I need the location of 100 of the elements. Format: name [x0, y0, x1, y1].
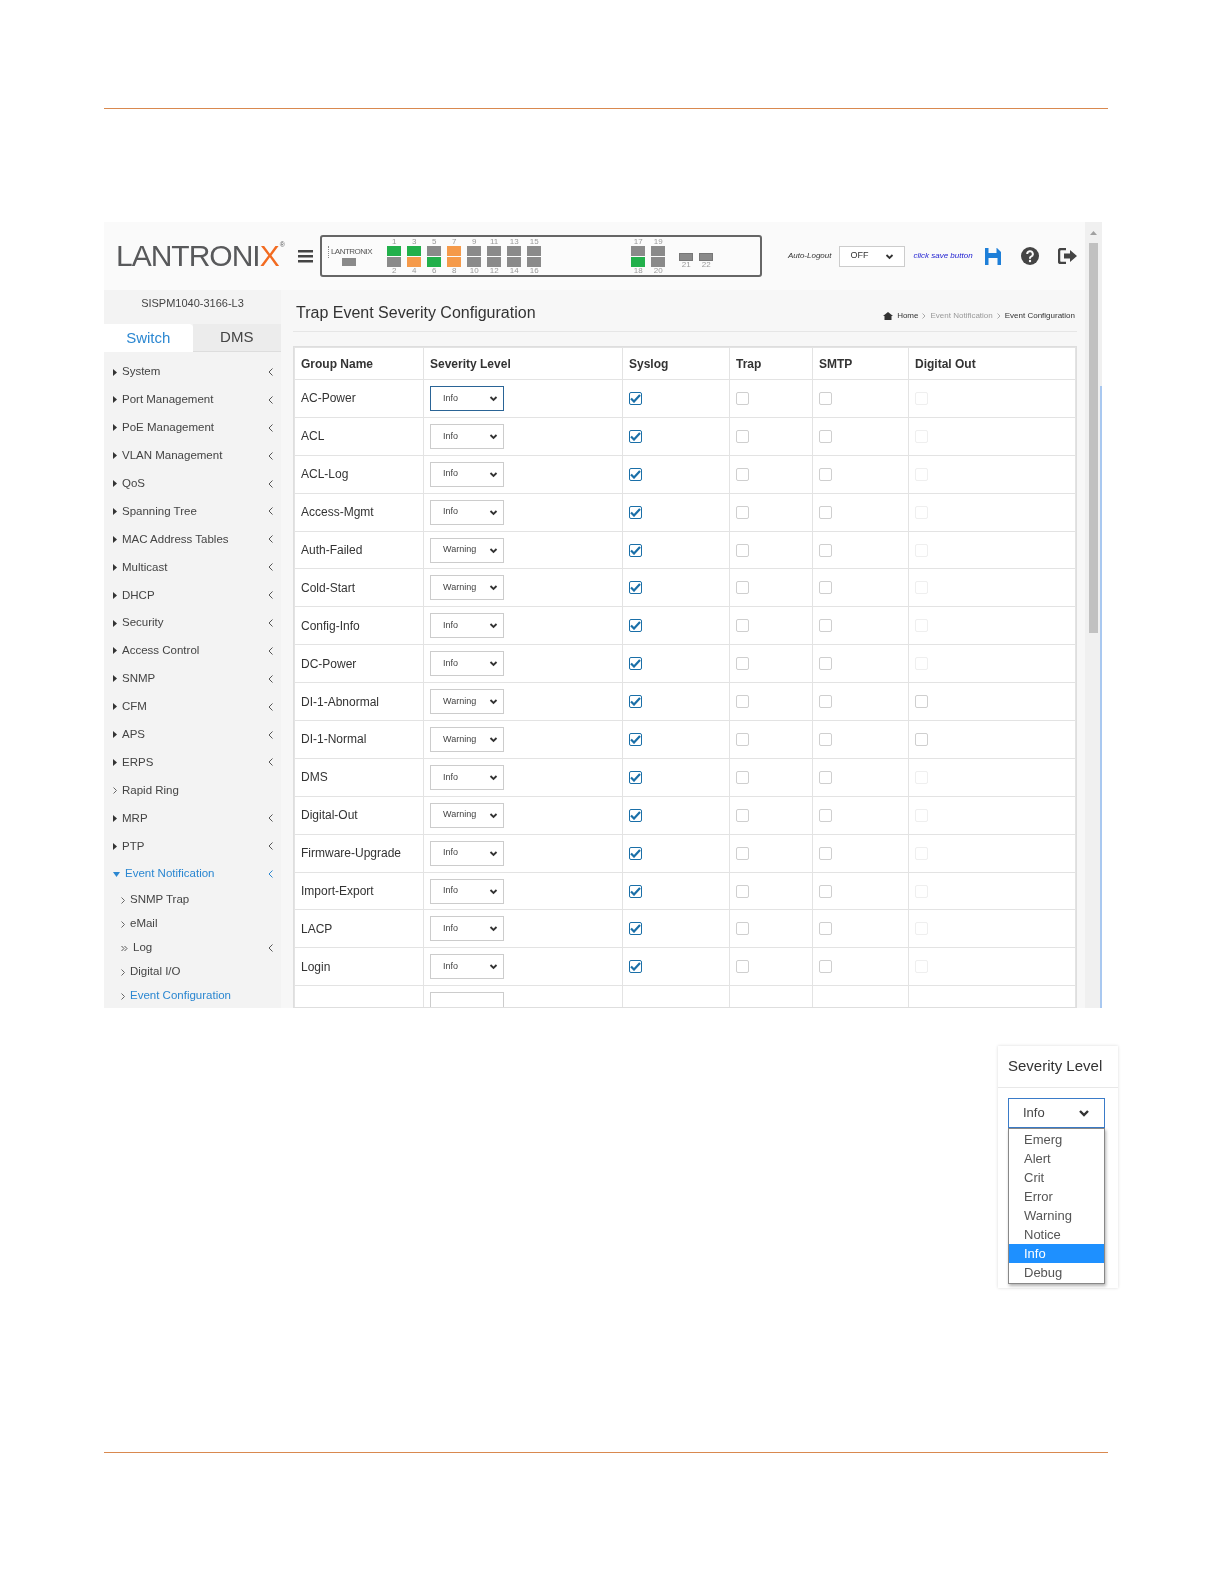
severity-select[interactable]: Info — [430, 954, 504, 980]
checkbox[interactable] — [629, 429, 642, 443]
checkbox[interactable] — [629, 391, 642, 405]
table-cell: ACL — [301, 429, 325, 444]
table-cell: Auth-Failed — [301, 543, 363, 557]
severity-select[interactable]: Warning — [430, 689, 504, 715]
dropdown-option[interactable]: Emerg — [1009, 1130, 1104, 1149]
chevron-icon — [922, 313, 927, 319]
menu-item[interactable]: SNMP — [122, 670, 156, 688]
checkbox[interactable] — [629, 657, 642, 671]
port-number: 2 — [391, 266, 397, 275]
checkbox[interactable] — [629, 695, 642, 709]
menu-item[interactable]: DHCP — [122, 586, 155, 604]
severity-select[interactable]: Info — [430, 916, 504, 942]
menu-item[interactable]: Port Management — [122, 391, 214, 409]
severity-select[interactable]: Info — [430, 461, 504, 487]
menu-item[interactable]: PTP — [122, 837, 145, 855]
severity-select[interactable]: Warning — [430, 726, 504, 752]
chevron-down-icon — [489, 583, 498, 593]
chevron-left-icon — [268, 758, 273, 767]
menu-item[interactable]: QoS — [122, 474, 145, 493]
severity-select[interactable]: Info — [430, 385, 504, 411]
severity-select[interactable]: Info — [430, 878, 504, 904]
menu-item[interactable]: CFM — [122, 698, 147, 716]
dropdown-option[interactable]: Debug — [1009, 1263, 1104, 1282]
menu-item[interactable]: MRP — [122, 809, 148, 827]
tab[interactable]: DMS — [192, 323, 281, 353]
submenu-item[interactable]: Log — [133, 939, 153, 957]
menu-item[interactable]: MAC Address Tables — [122, 530, 229, 548]
checkbox[interactable] — [629, 846, 642, 860]
submenu-item[interactable]: Event Configuration — [130, 987, 231, 1005]
chevron-right-icon — [121, 968, 125, 976]
menu-item[interactable]: Spanning Tree — [122, 502, 197, 521]
menu-item[interactable]: VLAN Management — [122, 447, 223, 465]
scroll-up-icon[interactable] — [1090, 231, 1097, 235]
column-header: Severity Level — [998, 1046, 1118, 1088]
menu-item[interactable]: Multicast — [122, 558, 168, 576]
save-icon[interactable] — [984, 247, 1001, 265]
chevron-right-icon — [121, 920, 125, 928]
breadcrumb-link[interactable]: Event Configuration — [1004, 310, 1075, 322]
checkbox[interactable] — [629, 543, 642, 557]
menu-item[interactable]: Security — [122, 614, 164, 632]
port-number: 11 — [490, 237, 499, 246]
table-cell: LACP — [301, 921, 333, 936]
breadcrumb-link[interactable]: Home — [897, 310, 919, 322]
checkbox[interactable] — [629, 732, 642, 746]
submenu-item[interactable]: Digital I/O — [130, 963, 181, 981]
dropdown-option[interactable]: Error — [1009, 1187, 1104, 1206]
severity-select[interactable]: Info — [430, 840, 504, 866]
menu-item[interactable]: Event Notification — [125, 865, 215, 883]
dropdown-option[interactable]: Crit — [1009, 1168, 1104, 1187]
chevron-right-icon — [113, 786, 117, 794]
submenu-item[interactable]: eMail — [130, 915, 158, 933]
menu-item[interactable]: PoE Management — [122, 419, 215, 437]
logout-icon[interactable] — [1057, 248, 1078, 264]
dropdown-option[interactable]: Alert — [1009, 1149, 1104, 1168]
checkbox[interactable] — [629, 619, 642, 633]
severity-select[interactable]: Info — [430, 764, 504, 790]
chevron-left-icon — [268, 702, 273, 711]
port-number: 3 — [411, 237, 417, 246]
severity-select[interactable]: Warning — [430, 575, 504, 601]
severity-select[interactable]: Info — [430, 499, 504, 525]
checkbox[interactable] — [629, 808, 642, 822]
sfp-port-icon — [679, 253, 694, 261]
chevron-left-icon — [268, 591, 273, 600]
page-title: Trap Event Severity Configuration — [296, 303, 536, 323]
chevron-icon — [996, 313, 1001, 319]
menu-item[interactable]: System — [122, 363, 161, 381]
checkbox[interactable] — [629, 884, 642, 898]
port-number: 6 — [431, 266, 437, 275]
console-port — [341, 258, 356, 266]
menu-item[interactable]: Access Control — [122, 642, 200, 660]
menu-icon[interactable] — [297, 249, 313, 263]
scrollbar-thumb[interactable] — [1089, 243, 1098, 633]
checkbox[interactable] — [629, 922, 642, 936]
dropdown-option[interactable]: Notice — [1009, 1225, 1104, 1244]
chevron-down-icon — [489, 924, 498, 934]
menu-item[interactable]: ERPS — [122, 753, 154, 772]
port-number: 8 — [451, 266, 457, 275]
severity-select[interactable]: Warning — [430, 802, 504, 828]
checkbox[interactable] — [629, 581, 642, 595]
severity-select[interactable]: Warning — [430, 537, 504, 563]
checkbox[interactable] — [629, 770, 642, 784]
port-number: 4 — [411, 266, 417, 275]
dropdown-option[interactable]: Warning — [1009, 1206, 1104, 1225]
severity-select[interactable]: Info — [430, 651, 504, 677]
checkbox[interactable] — [629, 960, 642, 974]
severity-select[interactable]: Info — [1008, 1098, 1105, 1128]
menu-item[interactable]: Rapid Ring — [122, 781, 179, 799]
table-cell: Access-Mgmt — [301, 505, 374, 520]
submenu-item[interactable]: SNMP Trap — [130, 891, 190, 909]
tab[interactable]: Switch — [104, 323, 193, 353]
auto-logout-select[interactable]: OFF — [839, 245, 906, 267]
severity-select[interactable]: Info — [430, 423, 504, 449]
severity-select[interactable]: Info — [430, 613, 504, 639]
checkbox[interactable] — [629, 467, 642, 481]
help-icon[interactable] — [1020, 247, 1039, 265]
checkbox[interactable] — [629, 505, 642, 519]
menu-item[interactable]: APS — [122, 725, 145, 744]
chevron-down-icon — [489, 659, 498, 669]
